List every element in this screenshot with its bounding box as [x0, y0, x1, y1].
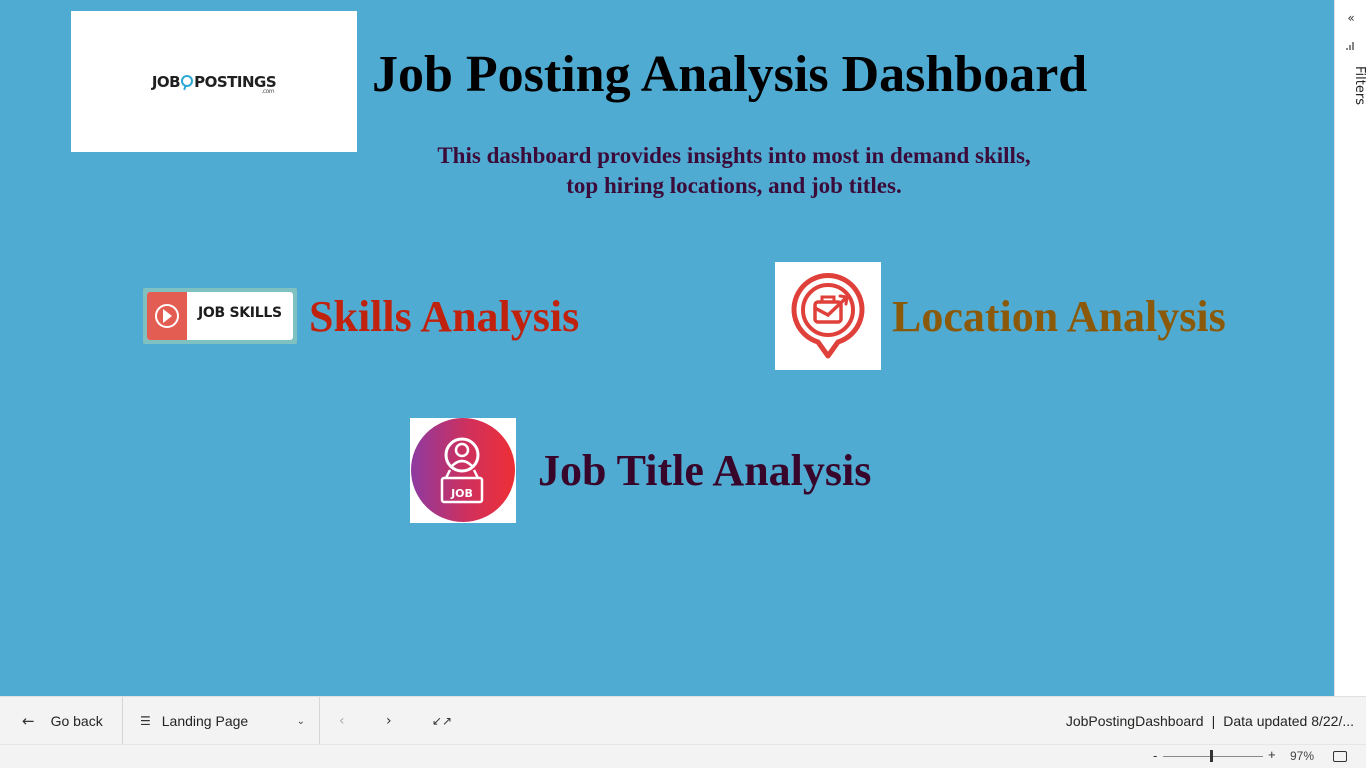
divider — [122, 697, 123, 745]
magnifier-icon — [181, 74, 194, 87]
report-info-divider: | — [1211, 713, 1216, 729]
fullscreen-collapse-icon[interactable]: ↙↗ — [432, 697, 452, 745]
location-analysis-label: Location Analysis — [892, 291, 1226, 341]
job-person-icon: JOB — [410, 418, 516, 523]
double-chevron-left-icon[interactable]: « — [1344, 10, 1358, 26]
arrow-left-icon: ← — [22, 712, 35, 730]
job-title-analysis-button[interactable]: JOB Job Title Analysis — [410, 418, 871, 523]
zoom-in-button[interactable]: + — [1268, 747, 1276, 762]
jobpostings-logo: JOB POSTINGS .com — [71, 11, 357, 152]
report-canvas: JOB POSTINGS .com Job Posting Analysis Da… — [0, 0, 1334, 696]
next-page-button[interactable]: › — [386, 697, 392, 745]
page-selector-dropdown[interactable]: ☰ Landing Page ⌄ — [140, 697, 305, 745]
report-name: JobPostingDashboard — [1065, 713, 1204, 729]
report-info: JobPostingDashboard | Data updated 8/22/… — [1066, 697, 1354, 745]
current-page-label: Landing Page — [161, 713, 249, 729]
location-briefcase-pin-icon — [775, 262, 881, 370]
bottom-navigation-bar: ← Go back ☰ Landing Page ⌄ ‹ › ↙↗ JobPos… — [0, 696, 1366, 745]
go-back-button[interactable]: ← Go back — [22, 697, 103, 745]
filters-toggle[interactable]: Filters — [1335, 60, 1366, 110]
page-subtitle: This dashboard provides insights into mo… — [437, 143, 1031, 198]
job-title-analysis-label: Job Title Analysis — [538, 446, 872, 495]
badge-text: JOB SKILLS — [198, 305, 282, 321]
location-analysis-button[interactable]: Location Analysis — [775, 262, 1226, 370]
filter-icon — [1346, 42, 1354, 50]
job-badge-text: JOB — [450, 487, 473, 500]
logo-sub: .com — [261, 87, 275, 95]
zoom-slider-thumb[interactable] — [1210, 750, 1213, 762]
skills-analysis-label: Skills Analysis — [309, 291, 580, 341]
previous-page-button[interactable]: ‹ — [339, 697, 345, 745]
data-updated-text: Data updated 8/22/... — [1223, 713, 1354, 729]
zoom-slider-track[interactable] — [1163, 756, 1263, 757]
divider — [319, 697, 320, 745]
status-bar: - + 97% — [0, 744, 1366, 768]
go-back-label: Go back — [50, 713, 103, 729]
page-title: Job Posting Analysis Dashboard — [372, 46, 1088, 103]
zoom-out-button[interactable]: - — [1153, 748, 1157, 763]
filters-pane: « Filters — [1334, 0, 1366, 696]
zoom-level: 97% — [1290, 749, 1315, 763]
fit-to-page-icon[interactable] — [1333, 751, 1347, 762]
chevron-down-icon: ⌄ — [296, 715, 305, 727]
logo-text-left: JOB — [151, 72, 181, 91]
logo-wordmark: JOB POSTINGS .com — [151, 72, 277, 95]
page-list-icon: ☰ — [140, 714, 151, 728]
job-skills-badge-icon: JOB SKILLS — [143, 288, 297, 344]
skills-analysis-button[interactable]: JOB SKILLS Skills Analysis — [143, 287, 579, 345]
